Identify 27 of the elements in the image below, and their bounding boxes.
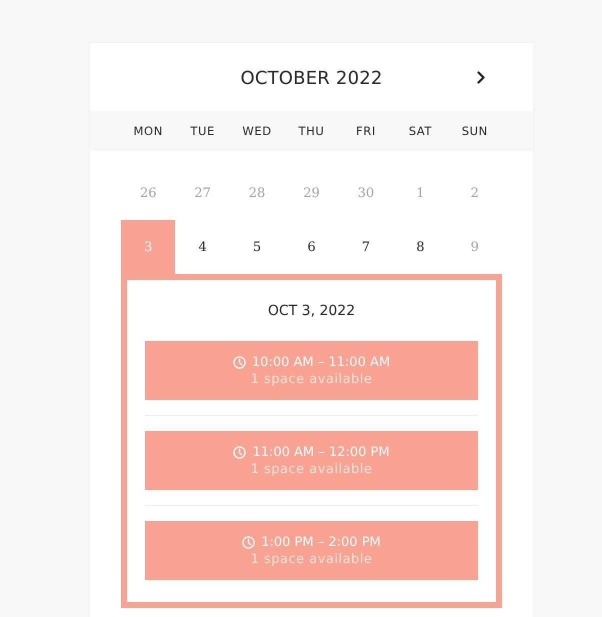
day-cell[interactable]: 7: [338, 220, 394, 274]
next-month-button[interactable]: [475, 69, 487, 86]
weekday-label: THU: [298, 124, 326, 138]
weekday-label: SAT: [408, 124, 433, 138]
day-cell-text: 26: [138, 184, 158, 202]
weekday-label: TUE: [189, 124, 216, 138]
day-cell-text: 9: [470, 238, 480, 256]
day-cell-text: 29: [302, 184, 321, 202]
day-cell[interactable]: 5: [230, 220, 284, 274]
day-cell[interactable]: 4: [175, 220, 230, 274]
weekday-label: FRI: [355, 124, 377, 138]
month-title: OCTOBER 2022: [240, 68, 383, 88]
weekday-label: SUN: [460, 124, 489, 138]
day-cell[interactable]: 6: [284, 220, 339, 274]
clock-icon: [242, 536, 256, 548]
day-cell-text: 1: [415, 184, 426, 202]
weekday-label: MON: [132, 124, 164, 138]
clock-icon: [232, 356, 246, 368]
day-cell-text: 27: [193, 184, 212, 202]
selected-date-title: OCT 3, 2022: [266, 302, 356, 320]
day-cell-text: 30: [356, 184, 376, 202]
day-cell[interactable]: 8: [393, 220, 448, 274]
day-cell-text: 28: [248, 184, 266, 202]
chevron-right-icon: [477, 71, 485, 84]
weekday-label: WED: [241, 124, 273, 138]
clock-icon: [233, 446, 246, 458]
day-cell-text: 2: [470, 184, 480, 202]
